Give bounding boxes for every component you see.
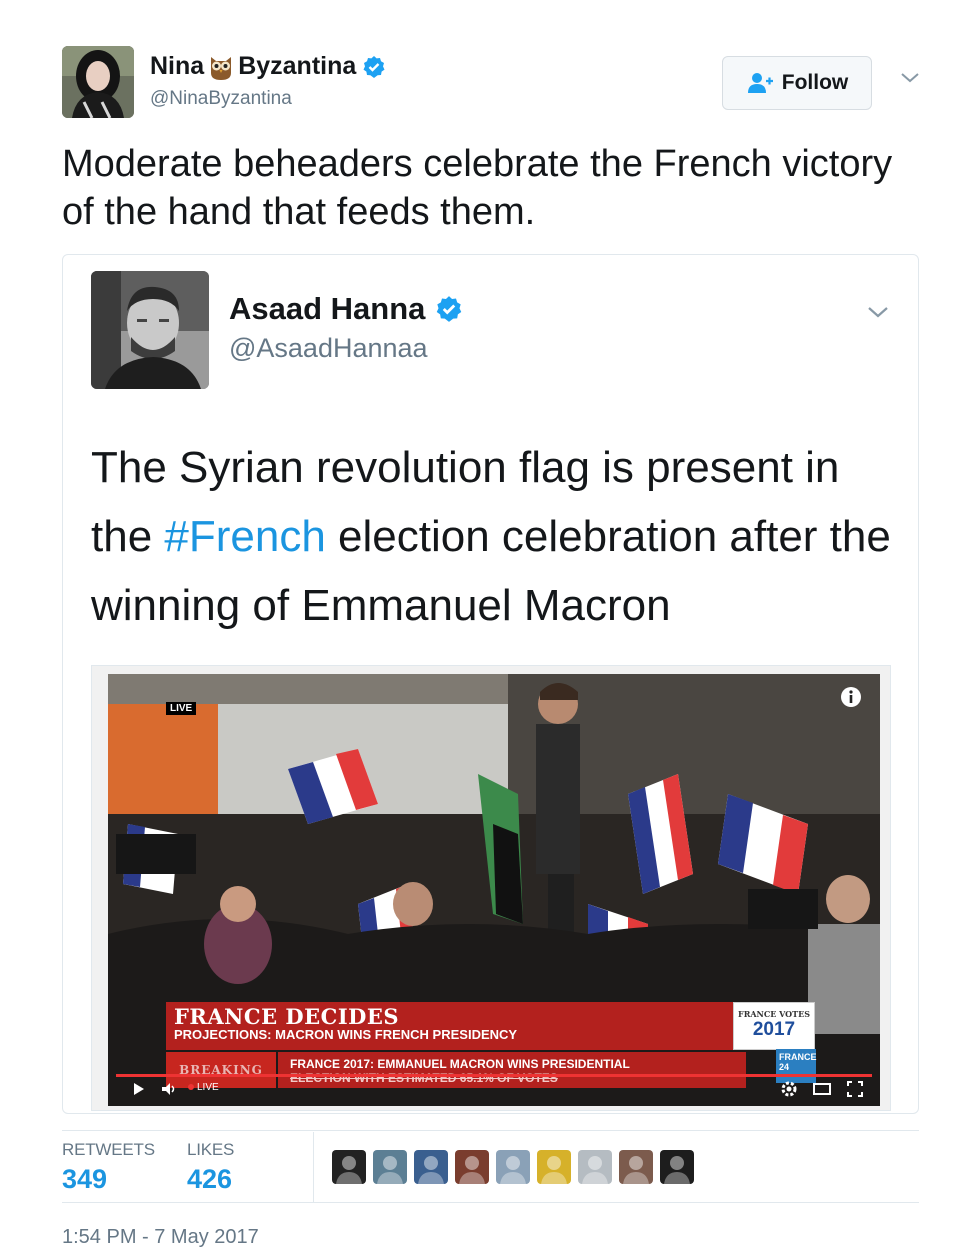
live-dot-icon — [188, 1084, 194, 1091]
quoted-author-name[interactable]: Asaad Hanna — [229, 291, 463, 327]
author-name[interactable]: Nina Byzantina — [150, 52, 386, 81]
news-ticker: FRANCE 2017: EMMANUEL MACRON WINS PRESID… — [278, 1052, 746, 1088]
channel-logo-line-1: FRANCE — [779, 1052, 817, 1062]
author-first-name: Nina — [150, 52, 205, 80]
channel-logo-line-2: 24 — [779, 1062, 790, 1072]
quoted-avatar[interactable] — [91, 271, 209, 389]
chevron-down-icon[interactable] — [865, 301, 891, 323]
lower-third-title: FRANCE DECIDES — [174, 1004, 400, 1029]
avatar[interactable] — [62, 46, 134, 118]
tweet-timestamp[interactable]: 1:54 PM - 7 May 2017 — [62, 1226, 259, 1249]
likes-count: 426 — [187, 1164, 233, 1194]
france-votes-label: FRANCE VOTES — [738, 1009, 810, 1019]
hashtag-link[interactable]: #French — [164, 512, 325, 561]
owl-icon — [208, 53, 234, 81]
channel-logo: FRANCE 24 — [776, 1049, 817, 1083]
fullscreen-icon[interactable] — [846, 1080, 864, 1098]
liker-avatar-4[interactable] — [455, 1150, 489, 1184]
retweets-count: 349 — [62, 1164, 108, 1194]
liker-avatar-6[interactable] — [537, 1150, 571, 1184]
play-icon[interactable] — [132, 1080, 146, 1098]
likes-label: LIKES — [187, 1140, 235, 1159]
liker-avatar-5[interactable] — [496, 1150, 530, 1184]
quoted-text: The Syrian revolution flag is present in… — [91, 433, 891, 640]
volume-icon[interactable] — [160, 1080, 178, 1098]
quoted-author-handle[interactable]: @AsaadHannaa — [229, 333, 428, 364]
author-last-name: Byzantina — [238, 52, 357, 80]
liker-avatar-7[interactable] — [578, 1150, 612, 1184]
ticker-line-1: FRANCE 2017: EMMANUEL MACRON WINS PRESID… — [290, 1057, 630, 1071]
divider — [62, 1130, 919, 1131]
live-indicator-label: LIVE — [197, 1082, 219, 1093]
divider — [62, 1202, 919, 1203]
live-badge: LIVE — [166, 702, 197, 715]
liker-avatar-8[interactable] — [619, 1150, 653, 1184]
liker-avatar-2[interactable] — [373, 1150, 407, 1184]
progress-bar[interactable] — [116, 1074, 872, 1077]
settings-gear-icon[interactable] — [780, 1080, 798, 1098]
follow-label: Follow — [781, 71, 849, 94]
liker-avatar-1[interactable] — [332, 1150, 366, 1184]
stats-separator — [313, 1132, 314, 1202]
verified-badge-icon — [362, 55, 386, 79]
liker-avatar-3[interactable] — [414, 1150, 448, 1184]
retweets-label: RETWEETS — [62, 1140, 155, 1159]
liker-avatar-9[interactable] — [660, 1150, 694, 1184]
chevron-down-icon[interactable] — [898, 68, 922, 88]
follow-button[interactable]: Follow — [722, 56, 872, 110]
likes-stat[interactable]: LIKES 426 — [187, 1140, 234, 1195]
video-embed[interactable]: LIVE FRANCE DECIDES PROJECTIONS: MACRON … — [91, 665, 891, 1111]
info-icon[interactable] — [840, 686, 862, 708]
quoted-author-name-text: Asaad Hanna — [229, 291, 426, 326]
theater-mode-icon[interactable] — [812, 1080, 832, 1098]
france-votes-year: 2017 — [752, 1019, 796, 1040]
lower-third-subtitle: PROJECTIONS: MACRON WINS FRENCH PRESIDEN… — [174, 1027, 518, 1042]
progress-fill — [116, 1074, 872, 1077]
france-votes-badge: FRANCE VOTES 2017 — [733, 1002, 815, 1050]
live-indicator: LIVE — [188, 1082, 219, 1093]
tweet-text: Moderate beheaders celebrate the French … — [62, 143, 893, 233]
add-user-icon — [746, 72, 774, 94]
video-player[interactable]: LIVE FRANCE DECIDES PROJECTIONS: MACRON … — [108, 674, 880, 1106]
author-handle[interactable]: @NinaByzantina — [150, 88, 292, 110]
quoted-tweet[interactable]: Asaad Hanna @AsaadHannaa The Syrian revo… — [62, 254, 919, 1114]
retweets-stat[interactable]: RETWEETS 349 — [62, 1140, 155, 1195]
verified-badge-icon — [435, 295, 463, 323]
breaking-label: BREAKING — [166, 1052, 276, 1088]
tweet-header: Nina Byzantina @NinaByzantina Follow — [62, 44, 922, 124]
liker-avatars — [332, 1150, 701, 1184]
